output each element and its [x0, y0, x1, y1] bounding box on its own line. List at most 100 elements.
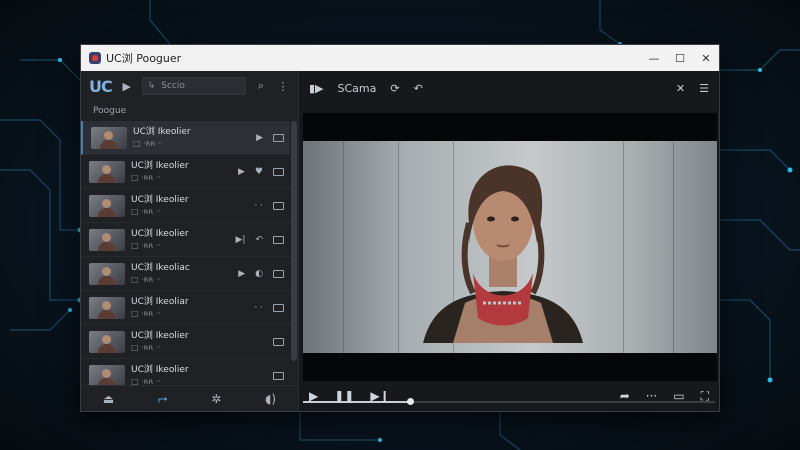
playlist-item[interactable]: UC浏 Ikeoliar □ ·ʀʀ ·· · ·	[81, 291, 290, 325]
screen-icon[interactable]: ▭	[673, 389, 684, 403]
pause-icon[interactable]: ❚❚	[334, 389, 354, 403]
close-button[interactable]: ✕	[693, 45, 719, 71]
video-thumbnail	[89, 296, 125, 319]
item-actions	[273, 371, 284, 380]
window-icon[interactable]	[273, 235, 284, 244]
item-action-icon[interactable]: ◐	[255, 269, 263, 279]
next-icon[interactable]: ▶❙	[370, 389, 389, 403]
player-title: SCama	[337, 81, 377, 95]
app-window: UC浏 Pooguer — ☐ ✕ UC ▶ ↳ Sccio ⌕ ⋮ Poogu…	[80, 44, 720, 412]
search-input[interactable]: ↳ Sccio	[141, 77, 246, 95]
item-text: UC浏 Ikeolier □ ·ʀʀ ··	[131, 229, 235, 251]
skip-play-icon[interactable]: ▮▶	[309, 82, 324, 95]
link-icon: ↳	[147, 81, 156, 91]
item-title: UC浏 Ikeolier	[133, 126, 191, 137]
video-thumbnail	[89, 364, 125, 385]
item-title: UC浏 Ikeoliac	[131, 262, 190, 273]
playlist-item[interactable]: UC浏 Ikeoliac □ ·ʀʀ ·· ▶ ◐	[81, 257, 290, 291]
playlist-item[interactable]: UC浏 Ikeolier □ ·ʀʀ ·· ▶| ↶	[81, 223, 290, 257]
search-placeholder: Sccio	[161, 81, 185, 91]
video-thumbnail	[89, 330, 125, 353]
item-action-icon[interactable]: ↶	[255, 235, 263, 245]
video-thumbnail	[91, 126, 127, 149]
eject-icon[interactable]: ⏏	[103, 392, 114, 406]
playlist-item[interactable]: UC浏 Ikeolier □ ·ʀʀ ·· · ·	[81, 189, 290, 223]
item-text: UC浏 Ikeolier □ ·ʀʀ ··	[131, 161, 238, 183]
minimize-button[interactable]: —	[641, 45, 667, 71]
fullscreen-icon[interactable]: ⛶	[701, 389, 709, 404]
share-icon[interactable]: ➦	[620, 389, 630, 403]
close-player-icon[interactable]: ✕	[676, 82, 685, 95]
item-subtitle: □ ·ʀʀ ··	[131, 342, 161, 352]
playlist-item[interactable]: UC浏 Ikeolier □ ·ʀʀ ··	[81, 325, 290, 359]
video-area[interactable]	[303, 113, 717, 381]
item-title: UC浏 Ikeolier	[131, 330, 189, 341]
window-icon[interactable]	[273, 269, 284, 278]
item-subtitle: □ ·ʀʀ ··	[131, 172, 161, 182]
title-bar: UC浏 Pooguer — ☐ ✕	[81, 45, 719, 71]
play-next-icon[interactable]: ▶	[120, 80, 134, 93]
item-action-icon[interactable]: ▶	[238, 269, 245, 279]
window-icon[interactable]	[273, 303, 284, 312]
item-actions: ▶ ◐	[238, 269, 284, 279]
item-title: UC浏 Ikeolier	[131, 364, 189, 375]
window-icon[interactable]	[273, 337, 284, 346]
item-text: UC浏 Ikeolier □ ·ʀʀ ··	[131, 331, 273, 353]
section-header: Poogue ⌂ ⚙▾	[81, 97, 325, 121]
item-subtitle: □ ·ʀʀ ··	[131, 308, 161, 318]
audio-icon[interactable]: ◖)	[265, 392, 276, 406]
item-actions: · ·	[254, 303, 284, 313]
item-subtitle: □ ·ʀʀ ··	[131, 376, 161, 386]
window-icon[interactable]	[273, 201, 284, 210]
item-subtitle: □ ·ʀʀ ··	[131, 240, 161, 250]
more-icon[interactable]: ⋮	[276, 80, 290, 93]
item-action-icon[interactable]: · ·	[254, 201, 263, 211]
item-action-icon[interactable]: ▶|	[235, 235, 245, 245]
sidebar-toolbar: UC ▶ ↳ Sccio ⌕ ⋮	[81, 71, 298, 101]
app-logo: UC	[89, 76, 113, 96]
item-title: UC浏 Ikeoliar	[131, 296, 189, 307]
window-controls: — ☐ ✕	[641, 45, 719, 71]
item-actions: ▶	[256, 133, 284, 143]
more-dots-icon[interactable]: ···	[646, 389, 657, 403]
maximize-button[interactable]: ☐	[667, 45, 693, 71]
playlist-item[interactable]: UC浏 Ikeolier □ ·ʀʀ ·· ▶ ♥	[81, 155, 290, 189]
playlist-scrollbar[interactable]	[291, 121, 297, 361]
undo-icon[interactable]: ↶	[414, 82, 423, 95]
item-text: UC浏 Ikeolier □ ·ʀʀ ··	[133, 127, 256, 149]
effects-icon[interactable]: ✲	[211, 392, 221, 406]
window-icon[interactable]	[273, 167, 284, 176]
play-icon[interactable]: ▶	[309, 389, 318, 403]
playlist-item[interactable]: UC浏 Ikeolier □ ·ʀʀ ··	[81, 359, 290, 385]
video-subject	[423, 165, 583, 343]
item-title: UC浏 Ikeolier	[131, 160, 189, 171]
window-icon[interactable]	[273, 133, 284, 142]
video-thumbnail	[89, 160, 125, 183]
section-label: Poogue	[93, 106, 127, 116]
return-icon[interactable]: ⮣	[158, 391, 168, 406]
repeat-icon[interactable]: ⟳	[390, 82, 399, 95]
item-action-icon[interactable]: ▶	[238, 167, 245, 177]
item-action-icon[interactable]: ♥	[255, 167, 263, 177]
sidebar-bottom-bar: ⏏ ⮣ ✲ ◖)	[81, 385, 298, 411]
item-text: UC浏 Ikeolier □ ·ʀʀ ··	[131, 365, 273, 386]
player-panel: ▮▶ SCama ⟳ ↶ ✕ ☰ ▶ ❚❚ ▶❙ ➦ ··· ▭ ⛶	[299, 71, 719, 411]
window-icon[interactable]	[273, 371, 284, 380]
item-actions: ▶ ♥	[238, 167, 284, 177]
item-subtitle: □ ·ʀʀ ··	[133, 138, 163, 148]
search-icon[interactable]: ⌕	[254, 79, 268, 93]
playlist-item[interactable]: UC浏 Ikeolier □ ·ʀʀ ·· ▶	[81, 121, 290, 155]
item-actions: · ·	[254, 201, 284, 211]
item-action-icon[interactable]: ▶	[256, 133, 263, 143]
item-subtitle: □ ·ʀʀ ··	[131, 206, 161, 216]
item-text: UC浏 Ikeolier □ ·ʀʀ ··	[131, 195, 254, 217]
video-thumbnail	[89, 194, 125, 217]
menu-icon[interactable]: ☰	[699, 82, 709, 95]
player-toolbar: ▮▶ SCama ⟳ ↶ ✕ ☰	[299, 71, 719, 105]
item-actions	[273, 337, 284, 346]
item-text: UC浏 Ikeoliar □ ·ʀʀ ··	[131, 297, 254, 319]
item-action-icon[interactable]: · ·	[254, 303, 263, 313]
video-frame	[303, 141, 717, 353]
sidebar: UC ▶ ↳ Sccio ⌕ ⋮ Poogue ⌂ ⚙▾ UC浏 Ikeolie…	[81, 71, 325, 411]
app-icon	[89, 52, 101, 64]
